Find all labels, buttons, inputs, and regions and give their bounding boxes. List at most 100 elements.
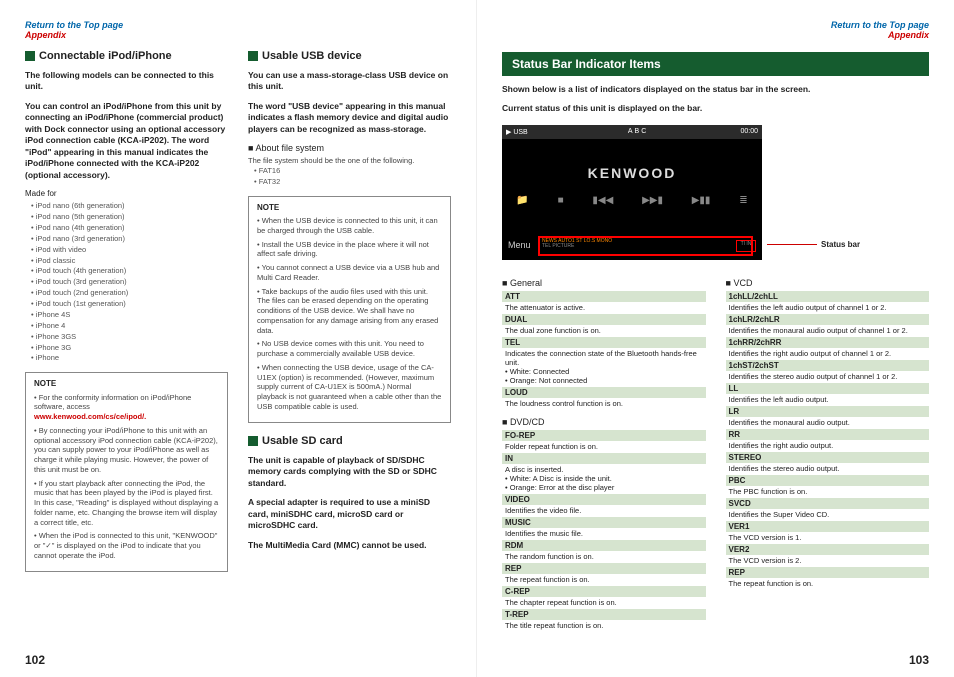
defs-col1: General ATTThe attenuator is active.DUAL… (502, 270, 706, 632)
model-item: iPhone 3GS (31, 332, 228, 343)
def-term: VER2 (726, 544, 930, 555)
def-desc: Identifies the right audio output. (726, 440, 930, 451)
top-link-left[interactable]: Return to the Top page Appendix (25, 20, 451, 40)
sec-dvd: DVD/CD (502, 417, 706, 427)
return-link[interactable]: Return to the Top page (25, 20, 123, 30)
def-desc: The attenuator is active. (502, 302, 706, 313)
return-link[interactable]: Return to the Top page (831, 20, 929, 30)
def-row: LOUDThe loudness control function is on. (502, 387, 706, 409)
def-term: MUSIC (502, 517, 706, 528)
def-term: REP (502, 563, 706, 574)
def-desc: A disc is inserted.• White: A Disc is in… (502, 464, 706, 493)
sec-vcd: VCD (726, 278, 930, 288)
note-item: You cannot connect a USB device via a US… (257, 263, 442, 283)
stop-icon: ■ (558, 195, 564, 206)
def-row: 1chLR/2chLRIdentifies the monaural audio… (726, 314, 930, 336)
def-desc: The dual zone function is on. (502, 325, 706, 336)
square-icon (248, 436, 258, 446)
list-icon: ≣ (739, 195, 747, 206)
def-row: 1chRR/2chRRIdentifies the right audio ou… (726, 337, 930, 359)
sd1: The unit is capable of playback of SD/SD… (248, 455, 451, 489)
note-item: If you start playback after connecting t… (34, 479, 219, 528)
def-term: 1chLR/2chLR (726, 314, 930, 325)
usb-desc1b: The word "USB device" appearing in this … (248, 101, 451, 135)
def-row: INA disc is inserted.• White: A Disc is … (502, 453, 706, 493)
note-box-ipod: NOTE For the conformity information on i… (25, 372, 228, 571)
fs-desc: The file system should be the one of the… (248, 156, 451, 166)
def-desc: Identifies the monaural audio output. (726, 417, 930, 428)
appendix-link[interactable]: Appendix (25, 30, 451, 40)
def-row: RDMThe random function is on. (502, 540, 706, 562)
def-term: VER1 (726, 521, 930, 532)
def-row: SVCDIdentifies the Super Video CD. (726, 498, 930, 520)
note-item: When the USB device is connected to this… (257, 216, 442, 236)
model-list: iPod nano (6th generation)iPod nano (5th… (31, 201, 228, 364)
top-link-right[interactable]: Return to the Top page Appendix (502, 20, 929, 40)
usb-desc1: You can use a mass-storage-class USB dev… (248, 70, 451, 93)
next-icon: ▶▶▮ (642, 195, 663, 206)
def-desc: The title repeat function is on. (502, 620, 706, 631)
page-num-103: 103 (909, 653, 929, 667)
col-usb: Usable USB device You can use a mass-sto… (248, 50, 451, 572)
status-intro: Shown below is a list of indicators disp… (502, 84, 929, 95)
note-item: For the conformity information on iPod/i… (34, 393, 219, 422)
def-row: STEREOIdentifies the stereo audio output… (726, 452, 930, 474)
note-item: When connecting the USB device, usage of… (257, 363, 442, 412)
ss-time: 00:00 (740, 128, 758, 135)
def-row: LLIdentifies the left audio output. (726, 383, 930, 405)
ipod-intro: The following models can be connected to… (25, 70, 228, 93)
kenwood-link[interactable]: www.kenwood.com/cs/ce/ipod/. (34, 412, 219, 422)
model-item: iPhone 3G (31, 343, 228, 354)
head-usb-text: Usable USB device (262, 50, 362, 62)
def-term: C-REP (502, 586, 706, 597)
model-item: iPod nano (3rd generation) (31, 234, 228, 245)
ipod-desc: You can control an iPod/iPhone from this… (25, 101, 228, 181)
def-row: LRIdentifies the monaural audio output. (726, 406, 930, 428)
def-row: VIDEOIdentifies the video file. (502, 494, 706, 516)
play-icon: ▶▮▮ (692, 195, 711, 206)
model-item: iPod nano (4th generation) (31, 223, 228, 234)
fs-item: FAT32 (254, 177, 451, 188)
def-desc: Identifies the monaural audio output of … (726, 325, 930, 336)
status-intro2: Current status of this unit is displayed… (502, 103, 929, 114)
def-term: FO-REP (502, 430, 706, 441)
appendix-link[interactable]: Appendix (502, 30, 929, 40)
def-desc: The VCD version is 1. (726, 532, 930, 543)
def-desc: Identifies the video file. (502, 505, 706, 516)
def-desc: The VCD version is 2. (726, 555, 930, 566)
def-desc: Identifies the right audio output of cha… (726, 348, 930, 359)
def-desc: The random function is on. (502, 551, 706, 562)
sd2: A special adapter is required to use a m… (248, 497, 451, 531)
def-term: LOUD (502, 387, 706, 398)
def-desc: The chapter repeat function is on. (502, 597, 706, 608)
def-row: TELIndicates the connection state of the… (502, 337, 706, 386)
folder-icon: 📁 (516, 195, 528, 206)
sd3: The MultiMedia Card (MMC) cannot be used… (248, 540, 451, 551)
sub-filesystem: About file system (248, 143, 451, 153)
def-term: T-REP (502, 609, 706, 620)
def-term: DUAL (502, 314, 706, 325)
def-desc: The repeat function is on. (502, 574, 706, 585)
def-term: LR (726, 406, 930, 417)
def-desc: Identifies the Super Video CD. (726, 509, 930, 520)
screenshot-wrap: ▶ USB ABC 00:00 KENWOOD 📁 ■ ▮◀◀ ▶▶▮ ▶▮▮ … (502, 125, 929, 260)
def-desc: Identifies the stereo audio output. (726, 463, 930, 474)
model-item: iPod touch (2nd generation) (31, 288, 228, 299)
def-row: 1chLL/2chLLIdentifies the left audio out… (726, 291, 930, 313)
def-desc: Folder repeat function is on. (502, 441, 706, 452)
note-item: Take backups of the audio files used wit… (257, 287, 442, 336)
def-desc: The repeat function is on. (726, 578, 930, 589)
fs-list: FAT16FAT32 (254, 166, 451, 188)
def-desc: The loudness control function is on. (502, 398, 706, 409)
def-row: PBCThe PBC function is on. (726, 475, 930, 497)
note-title: NOTE (34, 379, 219, 389)
def-term: 1chLL/2chLL (726, 291, 930, 302)
ss-statusbar-highlight: NEWS AUTO1 ST LO.S MONO TEL PICTURE (538, 236, 753, 256)
def-term: 1chST/2chST (726, 360, 930, 371)
model-item: iPod with video (31, 245, 228, 256)
note-item: Install the USB device in the place wher… (257, 240, 442, 260)
def-row: T-REPThe title repeat function is on. (502, 609, 706, 631)
head-ipod-text: Connectable iPod/iPhone (39, 50, 172, 62)
def-term: LL (726, 383, 930, 394)
def-term: REP (726, 567, 930, 578)
